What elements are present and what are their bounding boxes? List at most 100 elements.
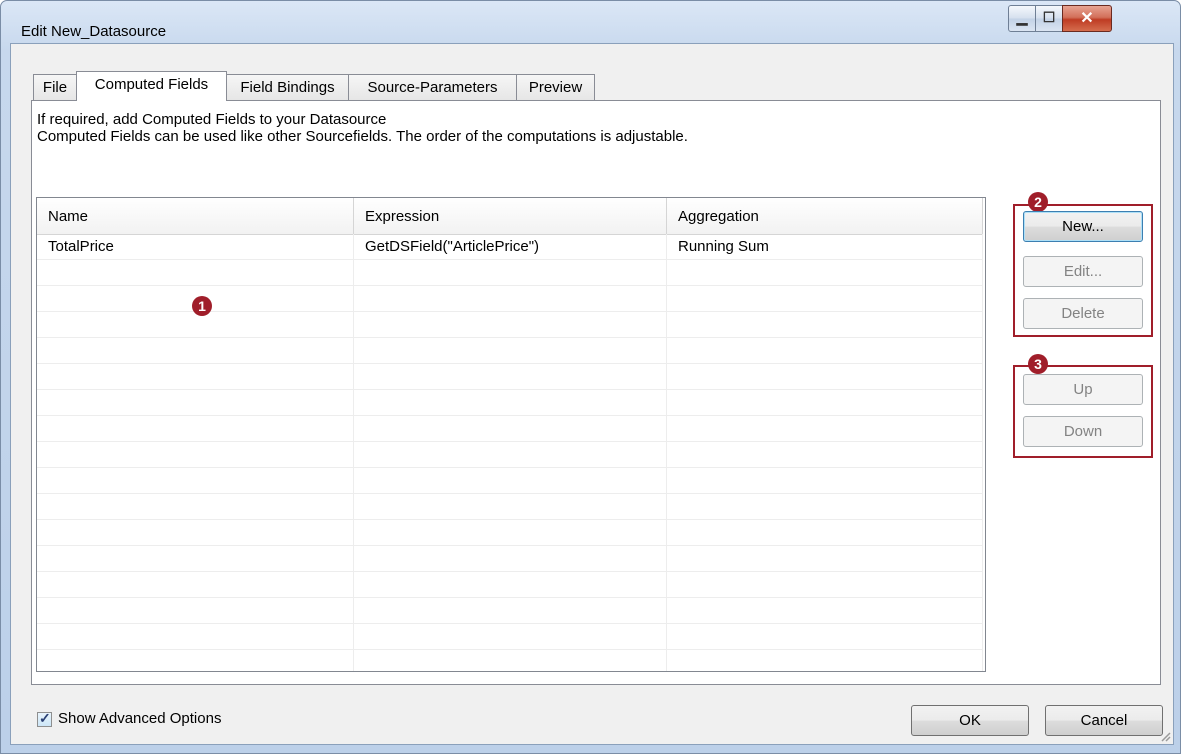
checkmark-icon: ✓: [39, 710, 51, 726]
empty-table-row: [37, 494, 983, 520]
cell-expression: GetDSField("ArticlePrice"): [354, 234, 667, 259]
empty-cell: [667, 390, 983, 415]
empty-table-row: [37, 260, 983, 286]
empty-cell: [667, 650, 983, 671]
empty-cell: [667, 468, 983, 493]
empty-table-row: [37, 572, 983, 598]
window-title: Edit New_Datasource: [21, 23, 167, 40]
empty-table-row: [37, 312, 983, 338]
empty-cell: [667, 286, 983, 311]
empty-cell: [37, 572, 354, 597]
callout-badge-2: 2: [1028, 192, 1048, 212]
empty-cell: [354, 520, 667, 545]
computed-fields-table[interactable]: Name Expression Aggregation TotalPrice G…: [36, 197, 986, 672]
empty-cell: [37, 494, 354, 519]
down-button[interactable]: Down: [1023, 416, 1143, 447]
empty-cell: [354, 546, 667, 571]
empty-table-row: [37, 338, 983, 364]
empty-cell: [667, 442, 983, 467]
empty-cell: [667, 546, 983, 571]
empty-cell: [354, 286, 667, 311]
empty-cell: [37, 364, 354, 389]
empty-table-row: [37, 442, 983, 468]
column-header-name[interactable]: Name: [37, 198, 354, 234]
tab-preview[interactable]: Preview: [516, 74, 595, 100]
empty-cell: [37, 598, 354, 623]
empty-cell: [667, 598, 983, 623]
empty-table-row: [37, 546, 983, 572]
empty-cell: [37, 312, 354, 337]
empty-table-row: [37, 416, 983, 442]
resize-grip-icon[interactable]: [1159, 730, 1171, 742]
tab-field-bindings[interactable]: Field Bindings: [226, 74, 349, 100]
ok-button[interactable]: OK: [911, 705, 1029, 736]
empty-cell: [667, 338, 983, 363]
maximize-button[interactable]: ☐: [1035, 5, 1063, 32]
empty-cell: [354, 416, 667, 441]
empty-cell: [667, 364, 983, 389]
empty-cell: [354, 494, 667, 519]
tab-source-parameters[interactable]: Source-Parameters: [348, 74, 517, 100]
empty-cell: [354, 260, 667, 285]
minimize-icon: ▁: [1016, 9, 1028, 25]
empty-cell: [667, 624, 983, 649]
empty-cell: [37, 624, 354, 649]
empty-cell: [37, 520, 354, 545]
show-advanced-label[interactable]: Show Advanced Options: [58, 710, 221, 727]
empty-table-row: [37, 364, 983, 390]
description-line-1: If required, add Computed Fields to your…: [37, 111, 387, 128]
empty-cell: [354, 390, 667, 415]
column-header-aggregation[interactable]: Aggregation: [667, 198, 983, 234]
close-button[interactable]: ✕: [1062, 5, 1112, 32]
empty-table-row: [37, 468, 983, 494]
empty-table-row: [37, 520, 983, 546]
empty-cell: [37, 468, 354, 493]
empty-cell: [37, 390, 354, 415]
up-button[interactable]: Up: [1023, 374, 1143, 405]
cell-aggregation: Running Sum: [667, 234, 983, 259]
empty-cell: [37, 650, 354, 671]
show-advanced-checkbox[interactable]: ✓: [37, 710, 52, 727]
cancel-button[interactable]: Cancel: [1045, 705, 1163, 736]
empty-cell: [37, 416, 354, 441]
empty-cell: [667, 494, 983, 519]
empty-cell: [354, 468, 667, 493]
empty-cell: [354, 312, 667, 337]
maximize-icon: ☐: [1042, 9, 1056, 25]
empty-cell: [354, 650, 667, 671]
minimize-button[interactable]: ▁: [1008, 5, 1036, 32]
empty-cell: [354, 624, 667, 649]
column-header-expression[interactable]: Expression: [354, 198, 667, 234]
empty-cell: [354, 338, 667, 363]
empty-table-row: [37, 650, 983, 671]
table-row[interactable]: TotalPrice GetDSField("ArticlePrice") Ru…: [37, 234, 983, 260]
empty-cell: [667, 416, 983, 441]
empty-table-row: [37, 598, 983, 624]
empty-table-row: [37, 624, 983, 650]
empty-cell: [37, 442, 354, 467]
table-header: Name Expression Aggregation: [37, 198, 983, 235]
empty-table-row: [37, 390, 983, 416]
dialog-client-area: File Computed Fields Field Bindings Sour…: [10, 43, 1174, 745]
cell-name: TotalPrice: [37, 234, 354, 259]
empty-table-row: [37, 286, 983, 312]
empty-cell: [37, 546, 354, 571]
tab-file[interactable]: File: [33, 74, 77, 100]
empty-cell: [37, 338, 354, 363]
empty-cell: [354, 364, 667, 389]
empty-cell: [37, 260, 354, 285]
empty-cell: [667, 572, 983, 597]
edit-button[interactable]: Edit...: [1023, 256, 1143, 287]
empty-cell: [667, 260, 983, 285]
empty-cell: [354, 572, 667, 597]
title-bar[interactable]: Edit New_Datasource ▁ ☐ ✕: [1, 1, 1180, 43]
empty-cell: [667, 312, 983, 337]
new-button[interactable]: New...: [1023, 211, 1143, 242]
delete-button[interactable]: Delete: [1023, 298, 1143, 329]
dialog-window: Edit New_Datasource ▁ ☐ ✕ File Computed …: [0, 0, 1181, 754]
empty-cell: [354, 598, 667, 623]
empty-cell: [354, 442, 667, 467]
close-icon: ✕: [1080, 10, 1094, 27]
tab-computed-fields[interactable]: Computed Fields: [76, 71, 227, 101]
empty-cell: [667, 520, 983, 545]
